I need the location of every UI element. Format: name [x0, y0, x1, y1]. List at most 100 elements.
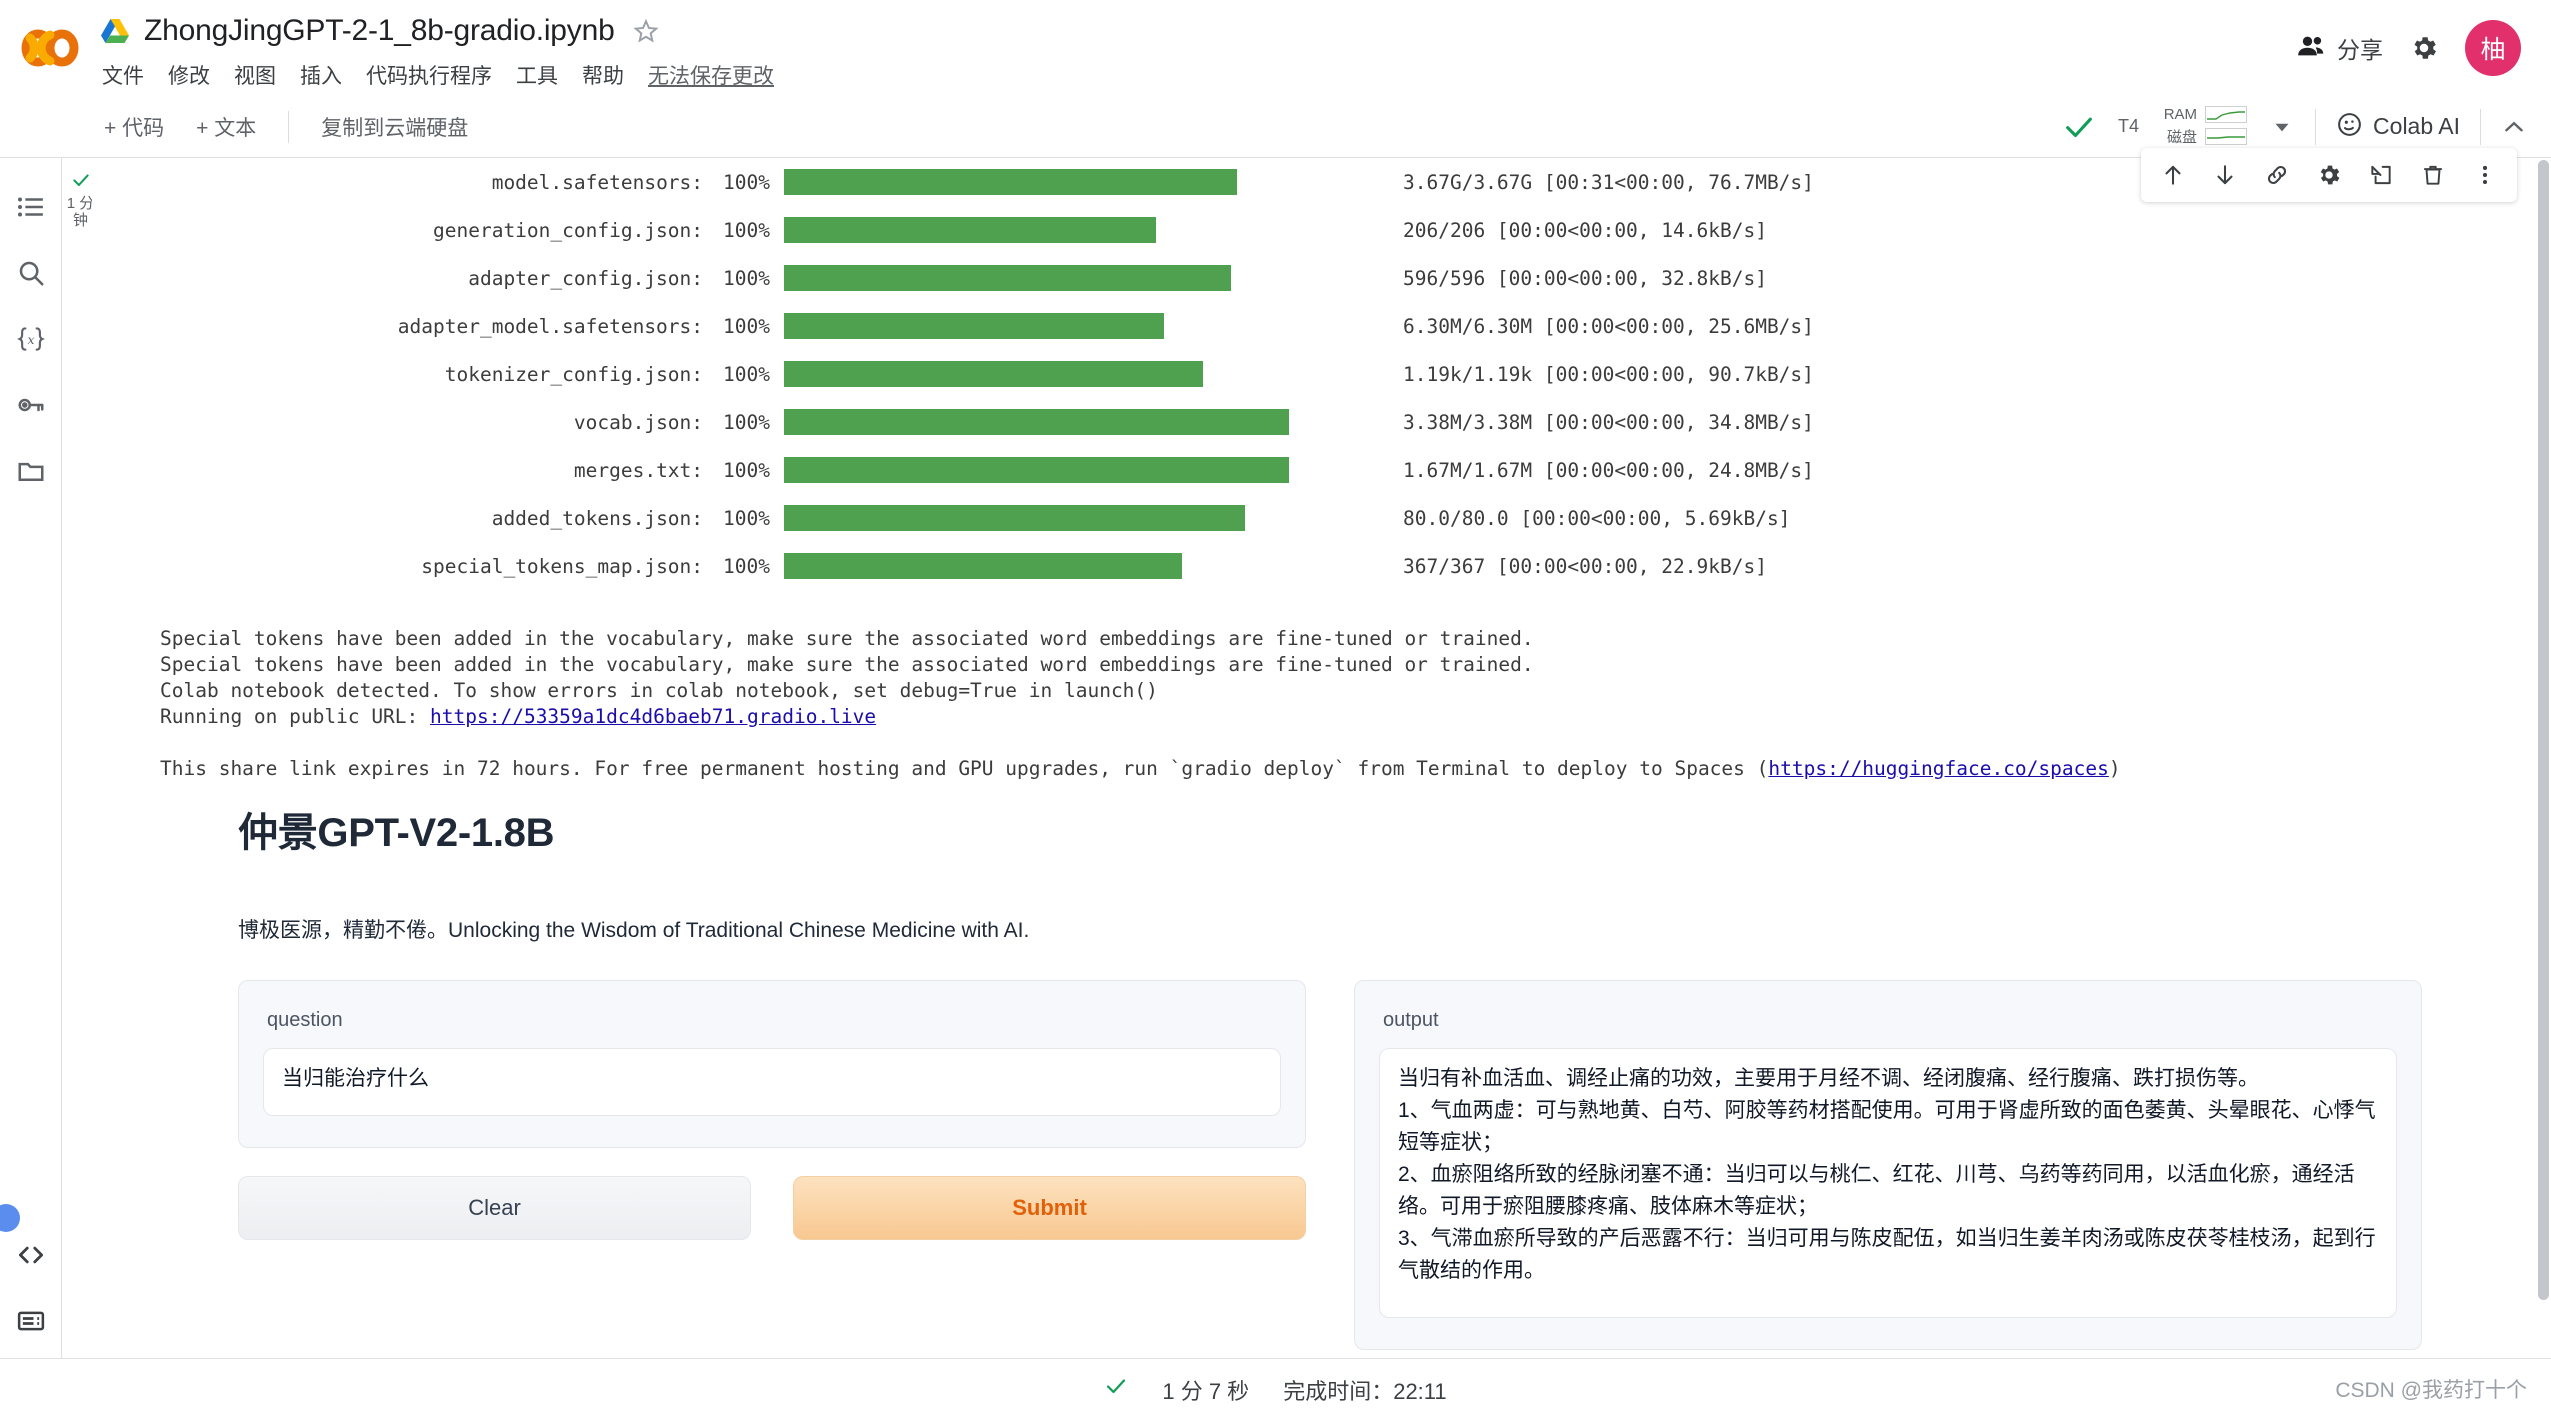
share-note-prefix: This share link expires in 72 hours. For… [160, 757, 1769, 780]
progress-bar-fill [784, 409, 1289, 435]
gradio-panels: question Clear Submit output Flag [160, 944, 2490, 1420]
menu-item-tools[interactable]: 工具 [516, 60, 558, 90]
progress-bar-fill [784, 553, 1182, 579]
question-panel: question [238, 980, 1306, 1148]
stdout-output: model.safetensors: 100% 3.67G/3.67G [00:31… [160, 158, 2490, 834]
colab-ai-label: Colab AI [2373, 113, 2460, 139]
colab-ai-button[interactable]: Colab AI [2336, 111, 2460, 143]
progress-row: model.safetensors: 100% 3.67G/3.67G [00:31… [160, 158, 2490, 206]
menu-item-edit[interactable]: 修改 [168, 60, 210, 90]
sidebar-item-variables[interactable]: x [0, 306, 62, 372]
page-scrollbar[interactable] [2535, 158, 2551, 1358]
question-input[interactable] [263, 1048, 1281, 1116]
add-code-label: + 代码 [104, 116, 165, 140]
sidebar-item-secrets[interactable] [0, 372, 62, 438]
runtime-type-label: T4 [2118, 116, 2140, 136]
sidebar-item-command-palette[interactable] [0, 1288, 62, 1354]
output-textarea[interactable] [1379, 1048, 2397, 1318]
connected-check-icon[interactable] [2062, 110, 2096, 144]
toolbar-right: T4 RAM 磁盘 Colab AI [2062, 106, 2551, 147]
csdn-watermark: CSDN @我药打十个 [2335, 1374, 2527, 1404]
ram-sparkline-icon [2205, 106, 2248, 123]
chevron-down-icon[interactable] [2269, 114, 2295, 140]
share-link-note: This share link expires in 72 hours. For… [160, 730, 2490, 782]
progress-head: tokenizer_config.json: 100% [160, 363, 770, 386]
progress-percent: 100% [723, 314, 770, 338]
avatar[interactable]: 柚 [2465, 20, 2521, 76]
disk-sparkline-icon [2205, 128, 2248, 145]
sidebar-item-toc[interactable] [0, 174, 62, 240]
sidebar-item-files[interactable] [0, 438, 62, 504]
clear-button[interactable]: Clear [238, 1176, 751, 1240]
add-code-cell-button[interactable]: + 代码 [88, 106, 180, 148]
scrollbar-thumb[interactable] [2538, 160, 2549, 1300]
progress-file-label: added_tokens.json: [491, 506, 704, 530]
progress-head: added_tokens.json: 100% [160, 507, 770, 530]
progress-percent: 100% [723, 506, 770, 530]
gradio-live-link[interactable]: https://53359a1dc4d6baeb71.gradio.live [430, 705, 876, 728]
settings-gear-icon[interactable] [2409, 33, 2439, 63]
notebook-title[interactable]: ZhongJingGPT-2-1_8b-gradio.ipynb [144, 14, 615, 48]
progress-bar-fill [784, 265, 1231, 291]
progress-file-label: adapter_model.safetensors: [397, 314, 704, 338]
chevron-up-icon[interactable] [2501, 114, 2527, 140]
progress-head: vocab.json: 100% [160, 411, 770, 434]
gradio-app: 仲景GPT-V2-1.8B 博极医源，精勤不倦。Unlocking the Wi… [160, 780, 2490, 1420]
progress-bar-fill [784, 169, 1237, 195]
resource-meters[interactable]: RAM 磁盘 [2161, 106, 2248, 147]
progress-percent: 100% [723, 458, 770, 482]
colab-logo-icon[interactable] [0, 0, 100, 96]
menu-item-runtime[interactable]: 代码执行程序 [366, 60, 492, 90]
menu-item-insert[interactable]: 插入 [300, 60, 342, 90]
menu-bar: 文件 修改 视图 插入 代码执行程序 工具 帮助 无法保存更改 [100, 56, 2297, 94]
progress-row: vocab.json: 100% 3.38M/3.38M [00:00<00:00,… [160, 398, 2490, 446]
disk-label: 磁盘 [2167, 129, 2198, 146]
execution-duration: 1 分 7 秒 [1162, 1378, 1250, 1404]
progress-bar-fill [784, 361, 1203, 387]
action-buttons-row: Clear Submit [238, 1148, 1306, 1240]
gradio-title-en: GPT-V2-1.8B [317, 811, 555, 855]
progress-head: model.safetensors: 100% [160, 171, 770, 194]
copy-to-drive-button[interactable]: 复制到云端硬盘 [305, 106, 484, 148]
copy-to-drive-label: 复制到云端硬盘 [321, 116, 469, 140]
progress-row: merges.txt: 100% 1.67M/1.67M [00:00<00:00,… [160, 446, 2490, 494]
huggingface-spaces-link[interactable]: https://huggingface.co/spaces [1768, 757, 2108, 780]
progress-stats: 3.67G/3.67G [00:31<00:00, 76.7MB/s] [1403, 170, 1814, 194]
progress-file-label: model.safetensors: [491, 170, 704, 194]
progress-head: adapter_model.safetensors: 100% [160, 315, 770, 338]
progress-file-label: merges.txt: [573, 458, 704, 482]
add-text-cell-button[interactable]: + 文本 [180, 106, 272, 148]
star-icon[interactable] [632, 18, 659, 44]
share-button[interactable]: 分享 [2297, 31, 2383, 65]
toolbar-divider [288, 110, 290, 143]
ram-meter-row: RAM [2161, 106, 2248, 123]
sidebar-item-code-snippets[interactable] [0, 1222, 62, 1288]
gradio-app-subtitle: 博极医源，精勤不倦。Unlocking the Wisdom of Tradit… [238, 919, 1030, 942]
app-header: ZhongJingGPT-2-1_8b-gradio.ipynb 文件 修改 视… [0, 0, 2551, 96]
share-label: 分享 [2337, 37, 2383, 63]
progress-row: generation_config.json: 100% 206/206 [00:0… [160, 206, 2490, 254]
progress-head: merges.txt: 100% [160, 459, 770, 482]
gradio-right-column: output Flag [1354, 980, 2422, 1420]
drive-icon[interactable] [100, 16, 130, 46]
sidebar-item-search[interactable] [0, 240, 62, 306]
progress-percent: 100% [723, 266, 770, 290]
colab-ai-icon [2336, 111, 2363, 143]
save-status[interactable]: 无法保存更改 [648, 60, 774, 90]
menu-item-view[interactable]: 视图 [234, 60, 276, 90]
progress-head: special_tokens_map.json: 100% [160, 555, 770, 578]
progress-head: generation_config.json: 100% [160, 219, 770, 242]
menu-item-help[interactable]: 帮助 [582, 60, 624, 90]
question-label: question [267, 1009, 343, 1031]
finish-time-value: 22:11 [1393, 1378, 1447, 1404]
progress-row: adapter_model.safetensors: 100% 6.30M/6.30… [160, 302, 2490, 350]
cell-success-check-icon [71, 170, 91, 193]
progress-row: adapter_config.json: 100% 596/596 [00:00<0… [160, 254, 2490, 302]
submit-button[interactable]: Submit [793, 1176, 1306, 1240]
progress-bar-fill [784, 457, 1289, 483]
progress-row: special_tokens_map.json: 100% 367/367 [00:… [160, 542, 2490, 590]
menu-item-file[interactable]: 文件 [102, 60, 144, 90]
left-sidebar: x [0, 158, 62, 1420]
disk-meter-row: 磁盘 [2161, 126, 2248, 147]
finish-time: 完成时间：22:11 [1283, 1374, 1446, 1406]
